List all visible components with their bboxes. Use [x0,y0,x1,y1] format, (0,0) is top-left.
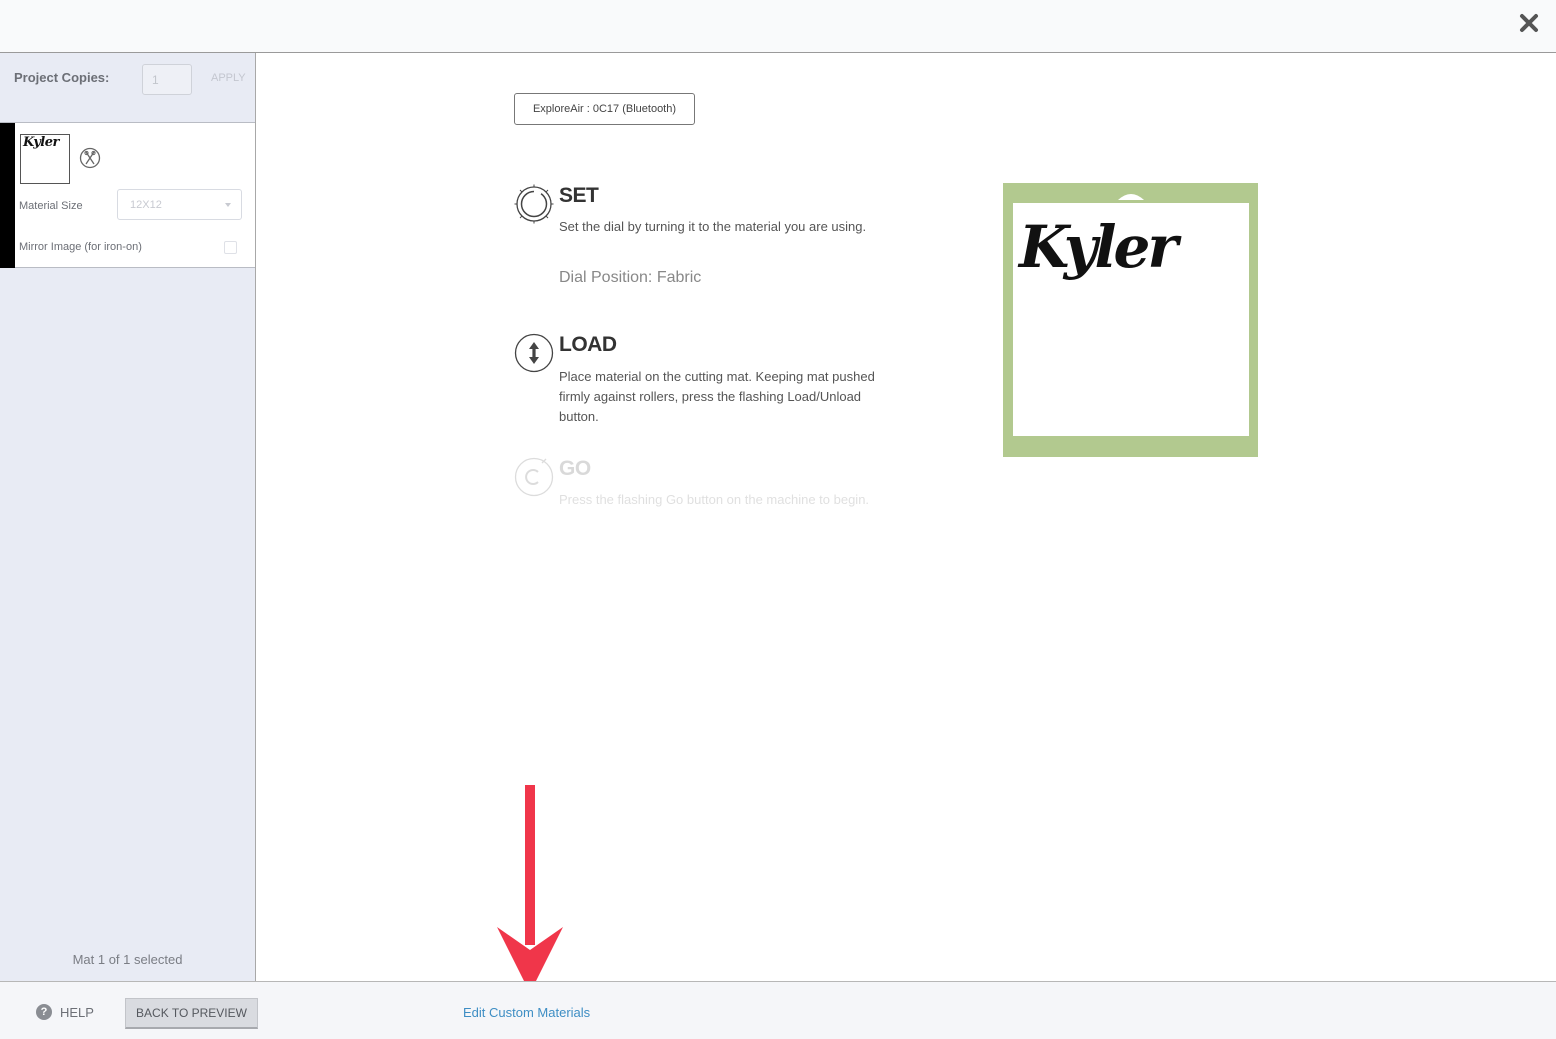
mat-card[interactable]: Kyler Material Size 12X12 Mirror Image (… [0,123,255,268]
set-step-description: Set the dial by turning it to the materi… [559,219,867,234]
dial-position-label: Dial Position: Fabric [559,269,702,286]
go-step-description: Press the flashing Go button on the mach… [559,492,870,507]
material-size-value: 12X12 [130,199,162,211]
set-step-title: SET [559,184,599,207]
mat-cutting-area: Kyler [1013,203,1249,436]
project-copies-label: Project Copies: [14,70,110,85]
annotation-arrow [495,785,565,995]
machine-select-button[interactable]: ExploreAir : 0C17 (Bluetooth) [514,93,695,125]
bottom-bar: ? HELP BACK TO PREVIEW Edit Custom Mater… [0,981,1556,1039]
help-label: HELP [60,1004,94,1020]
mat-design: Kyler [1019,213,1178,281]
go-icon [514,457,554,497]
load-unload-icon [514,333,554,373]
dial-icon [514,184,554,224]
material-size-select[interactable]: 12X12 [117,189,242,220]
load-step-title: LOAD [559,333,617,356]
edit-custom-materials-link[interactable]: Edit Custom Materials [463,1005,590,1020]
help-button[interactable]: ? HELP [36,1004,94,1020]
material-size-label: Material Size [19,200,83,212]
sidebar: Project Copies: 1 APPLY Kyler Material S… [0,53,256,981]
mat-thumbnail-design: Kyler [23,135,59,150]
mat-tab [1118,187,1144,200]
mirror-image-label: Mirror Image (for iron-on) [19,241,142,253]
mat-thumbnail[interactable]: Kyler [20,134,70,184]
close-icon[interactable] [1518,12,1540,34]
top-bar [0,0,1556,53]
load-step-description: Place material on the cutting mat. Keepi… [559,369,875,424]
mirror-image-checkbox[interactable] [224,241,237,254]
back-to-preview-button[interactable]: BACK TO PREVIEW [125,998,258,1029]
mat-preview: Kyler [1003,183,1258,457]
project-copies-row: Project Copies: 1 APPLY [0,53,255,123]
project-copies-input[interactable]: 1 [142,64,192,95]
help-icon: ? [36,1004,52,1020]
mat-count-label: Mat 1 of 1 selected [72,952,183,967]
mat-selected-indicator [0,123,15,268]
apply-button[interactable]: APPLY [211,72,246,84]
go-step-title: GO [559,457,591,480]
cut-mode-icon[interactable] [79,147,101,169]
chevron-down-icon [225,203,231,207]
